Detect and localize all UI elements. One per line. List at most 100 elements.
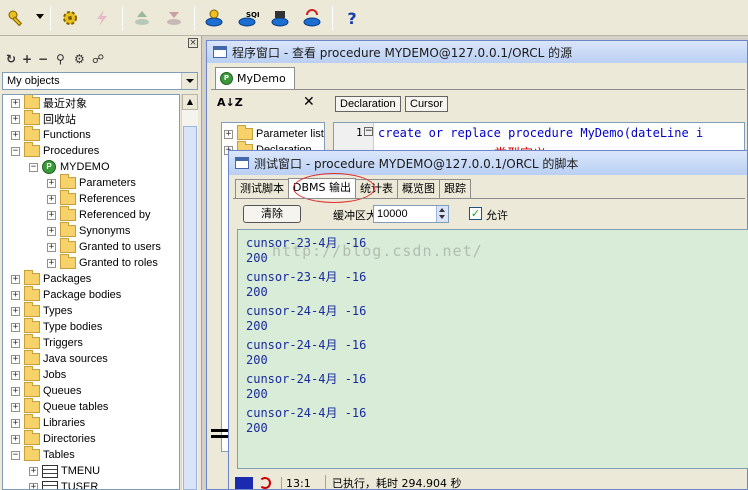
tree-item[interactable]: + Package bodies — [11, 286, 121, 303]
tree-item[interactable]: + 最近对象 — [11, 95, 87, 111]
gear-icon[interactable] — [58, 6, 82, 30]
tree-item[interactable]: + Queues — [11, 382, 82, 399]
db-refresh-icon[interactable] — [300, 6, 324, 30]
allow-label: 允许 — [486, 209, 508, 222]
expand-icon[interactable]: + — [47, 178, 56, 188]
expand-icon[interactable]: + — [11, 434, 20, 444]
expand-icon[interactable]: + — [11, 338, 20, 348]
tree-item[interactable]: + Queue tables — [11, 398, 108, 415]
expand-icon[interactable]: + — [11, 386, 20, 396]
tree-item[interactable]: + Libraries — [11, 414, 85, 431]
buffer-size-input[interactable]: 10000 — [373, 205, 449, 223]
tree-item[interactable]: + Triggers — [11, 334, 83, 351]
collapse-icon[interactable]: − — [29, 162, 38, 172]
expand-icon[interactable]: + — [29, 466, 38, 476]
sort-icon[interactable]: A↓Z — [217, 96, 243, 109]
tree-item[interactable]: + Type bodies — [11, 318, 102, 335]
expand-icon[interactable]: + — [29, 482, 38, 489]
expand-icon[interactable]: + — [11, 370, 20, 380]
sql-icon[interactable]: SQL — [236, 6, 260, 30]
tree-item-label: TUSER — [61, 481, 99, 490]
scroll-thumb[interactable] — [183, 126, 197, 490]
outline-item[interactable]: + Parameter list — [224, 125, 324, 142]
db-connect-icon[interactable] — [202, 6, 226, 30]
db-cmd-icon[interactable] — [268, 6, 292, 30]
tree-item[interactable]: + Directories — [11, 430, 96, 447]
refresh-icon[interactable]: ↻ — [6, 52, 16, 66]
expand-icon[interactable]: + — [11, 290, 20, 300]
output-line: cunsor-23-4月 -16 — [246, 236, 367, 250]
tree-item[interactable]: − Tables — [11, 446, 75, 463]
tree-item[interactable]: + TUSER — [29, 479, 99, 490]
code-identifier: MyDemo(dateLine i — [580, 126, 704, 140]
output-icon — [235, 477, 253, 489]
tab-trace[interactable]: 跟踪 — [439, 179, 471, 198]
chevron-down-icon[interactable] — [181, 73, 197, 89]
declaration-button[interactable]: Declaration — [335, 96, 401, 112]
expand-icon[interactable]: + — [11, 322, 20, 332]
tree-item[interactable]: + References — [47, 190, 135, 207]
expand-icon[interactable]: + — [47, 226, 56, 236]
expand-icon[interactable]: + — [11, 98, 20, 108]
tree-item[interactable]: + Jobs — [11, 366, 66, 383]
cursor-button[interactable]: Cursor — [405, 96, 449, 112]
collapse-icon[interactable]: − — [11, 146, 20, 156]
key-icon[interactable] — [4, 6, 28, 30]
object-filter-select[interactable]: My objects — [2, 72, 198, 90]
help-icon[interactable]: ? — [340, 6, 364, 30]
db-up-icon[interactable] — [130, 6, 154, 30]
expand-icon[interactable]: + — [224, 129, 233, 139]
tree-item[interactable]: + TMENU — [29, 463, 100, 479]
remove-icon[interactable]: − — [38, 52, 48, 66]
key-dropdown-arrow[interactable] — [36, 14, 44, 19]
dbms-output-text[interactable]: http://blog.csdn.net/ cunsor-23-4月 -16 20… — [237, 229, 748, 469]
tree-scrollbar[interactable]: ▲ — [181, 94, 198, 490]
spinner-icon[interactable] — [436, 206, 448, 222]
tree-item[interactable]: + Packages — [11, 270, 91, 287]
expand-icon[interactable]: + — [11, 114, 20, 124]
expand-icon[interactable]: + — [47, 210, 56, 220]
close-icon[interactable]: ✕ — [303, 94, 315, 110]
tree-item-label: Parameters — [79, 177, 136, 189]
tree-item-label: Queues — [43, 385, 82, 397]
refresh-icon[interactable] — [259, 477, 271, 489]
close-panel-icon[interactable]: × — [188, 38, 198, 48]
tree-item[interactable]: − Procedures — [11, 142, 99, 159]
expand-icon[interactable]: + — [47, 194, 56, 204]
tree-item[interactable]: + Referenced by — [47, 206, 151, 223]
collapse-icon[interactable]: − — [11, 450, 20, 460]
tree-item[interactable]: + Functions — [11, 126, 91, 143]
add-icon[interactable]: + — [22, 52, 32, 66]
tree-item[interactable]: + Java sources — [11, 350, 108, 367]
find-icon[interactable]: ⚲ — [56, 52, 65, 66]
tree-item[interactable]: + Types — [11, 302, 72, 319]
fold-icon[interactable]: − — [364, 127, 373, 136]
expand-icon[interactable]: + — [11, 354, 20, 364]
tab-mydemo[interactable]: P MyDemo — [215, 67, 295, 89]
filter-icon[interactable]: ⚙ — [74, 52, 85, 66]
tab-test-script[interactable]: 测试脚本 — [235, 179, 289, 198]
expand-icon[interactable]: + — [11, 402, 20, 412]
tree-item[interactable]: + 回收站 — [11, 110, 76, 127]
expand-icon[interactable]: + — [11, 130, 20, 140]
expand-icon[interactable]: + — [47, 258, 56, 268]
tree-item-mydemo[interactable]: − P MYDEMO — [29, 159, 110, 175]
lightning-icon[interactable] — [90, 6, 114, 30]
scroll-up-icon[interactable]: ▲ — [182, 94, 198, 110]
program-window-titlebar[interactable]: 程序窗口 - 查看 procedure MYDEMO@127.0.0.1/ORC… — [207, 41, 747, 63]
expand-icon[interactable]: + — [11, 274, 20, 284]
expand-icon[interactable]: + — [47, 242, 56, 252]
expand-icon[interactable]: + — [11, 418, 20, 428]
properties-icon[interactable]: ☍ — [92, 52, 104, 66]
allow-checkbox[interactable]: ✓ — [469, 207, 482, 220]
tree-item[interactable]: + Granted to users — [47, 238, 161, 255]
tree-item[interactable]: + Parameters — [47, 174, 136, 191]
tab-profiler[interactable]: 概览图 — [397, 179, 440, 198]
tree-item[interactable]: + Synonyms — [47, 222, 130, 239]
tree-item[interactable]: + Granted to roles — [47, 254, 158, 271]
folder-icon — [24, 110, 40, 125]
test-window-titlebar[interactable]: 测试窗口 - procedure MYDEMO@127.0.0.1/ORCL 的… — [229, 151, 747, 175]
clear-button[interactable]: 清除 — [243, 205, 301, 223]
db-down-icon[interactable] — [162, 6, 186, 30]
expand-icon[interactable]: + — [11, 306, 20, 316]
